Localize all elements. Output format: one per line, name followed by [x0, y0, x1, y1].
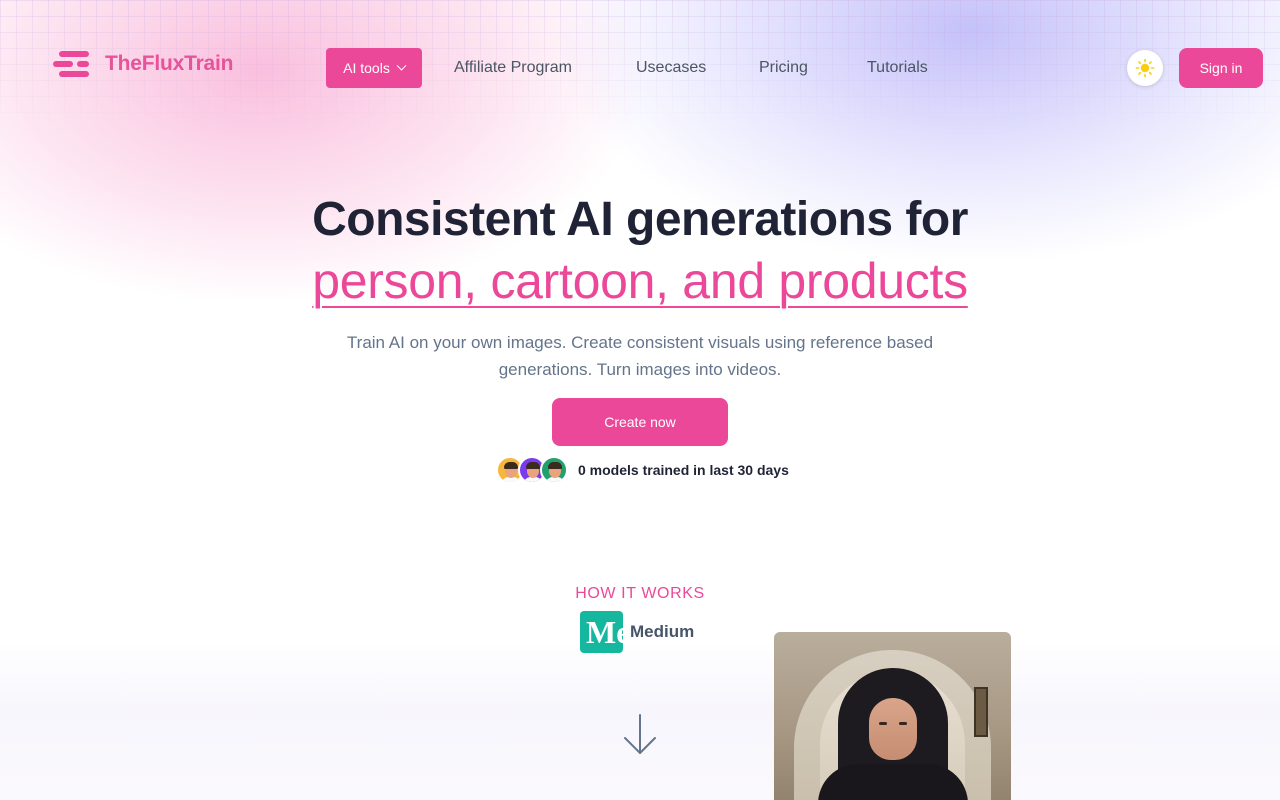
ai-tools-label: AI tools	[343, 60, 390, 76]
nav-affiliate-program[interactable]: Affiliate Program	[454, 59, 572, 77]
hero-subtitle: Train AI on your own images. Create cons…	[346, 333, 934, 379]
chevron-down-icon	[396, 60, 407, 71]
nav-pricing[interactable]: Pricing	[759, 59, 808, 77]
create-now-button[interactable]: Create now	[552, 398, 728, 446]
hero-title-highlight: person, cartoon, and products	[312, 253, 968, 309]
models-trained-text: 0 models trained in last 30 days	[578, 462, 789, 478]
models-trained-stat: 0 models trained in last 30 days	[496, 456, 789, 484]
nav-usecases[interactable]: Usecases	[636, 59, 706, 77]
main-nav: AI tools Affiliate Program Usecases Pric…	[326, 48, 928, 88]
avatar	[540, 456, 568, 484]
example-photo	[774, 632, 1011, 800]
theme-toggle-button[interactable]	[1127, 50, 1163, 86]
medium-label: Medium	[630, 622, 695, 641]
hero-title: Consistent AI generations for	[312, 193, 968, 246]
sign-in-button[interactable]: Sign in	[1179, 48, 1263, 88]
sun-icon	[1135, 58, 1155, 78]
medium-badge: Me Medium	[580, 611, 694, 653]
how-it-works-heading: HOW IT WORKS	[575, 585, 705, 602]
medium-logo-icon: Me	[580, 611, 623, 653]
logo-icon	[53, 50, 91, 78]
page: TheFluxTrain AI tools Affiliate Program …	[0, 0, 1280, 800]
arrow-down-icon	[624, 714, 656, 754]
brand-logo[interactable]: TheFluxTrain	[53, 50, 233, 78]
nav-tutorials[interactable]: Tutorials	[867, 59, 928, 77]
ai-tools-dropdown[interactable]: AI tools	[326, 48, 422, 88]
brand-name: TheFluxTrain	[105, 52, 234, 75]
